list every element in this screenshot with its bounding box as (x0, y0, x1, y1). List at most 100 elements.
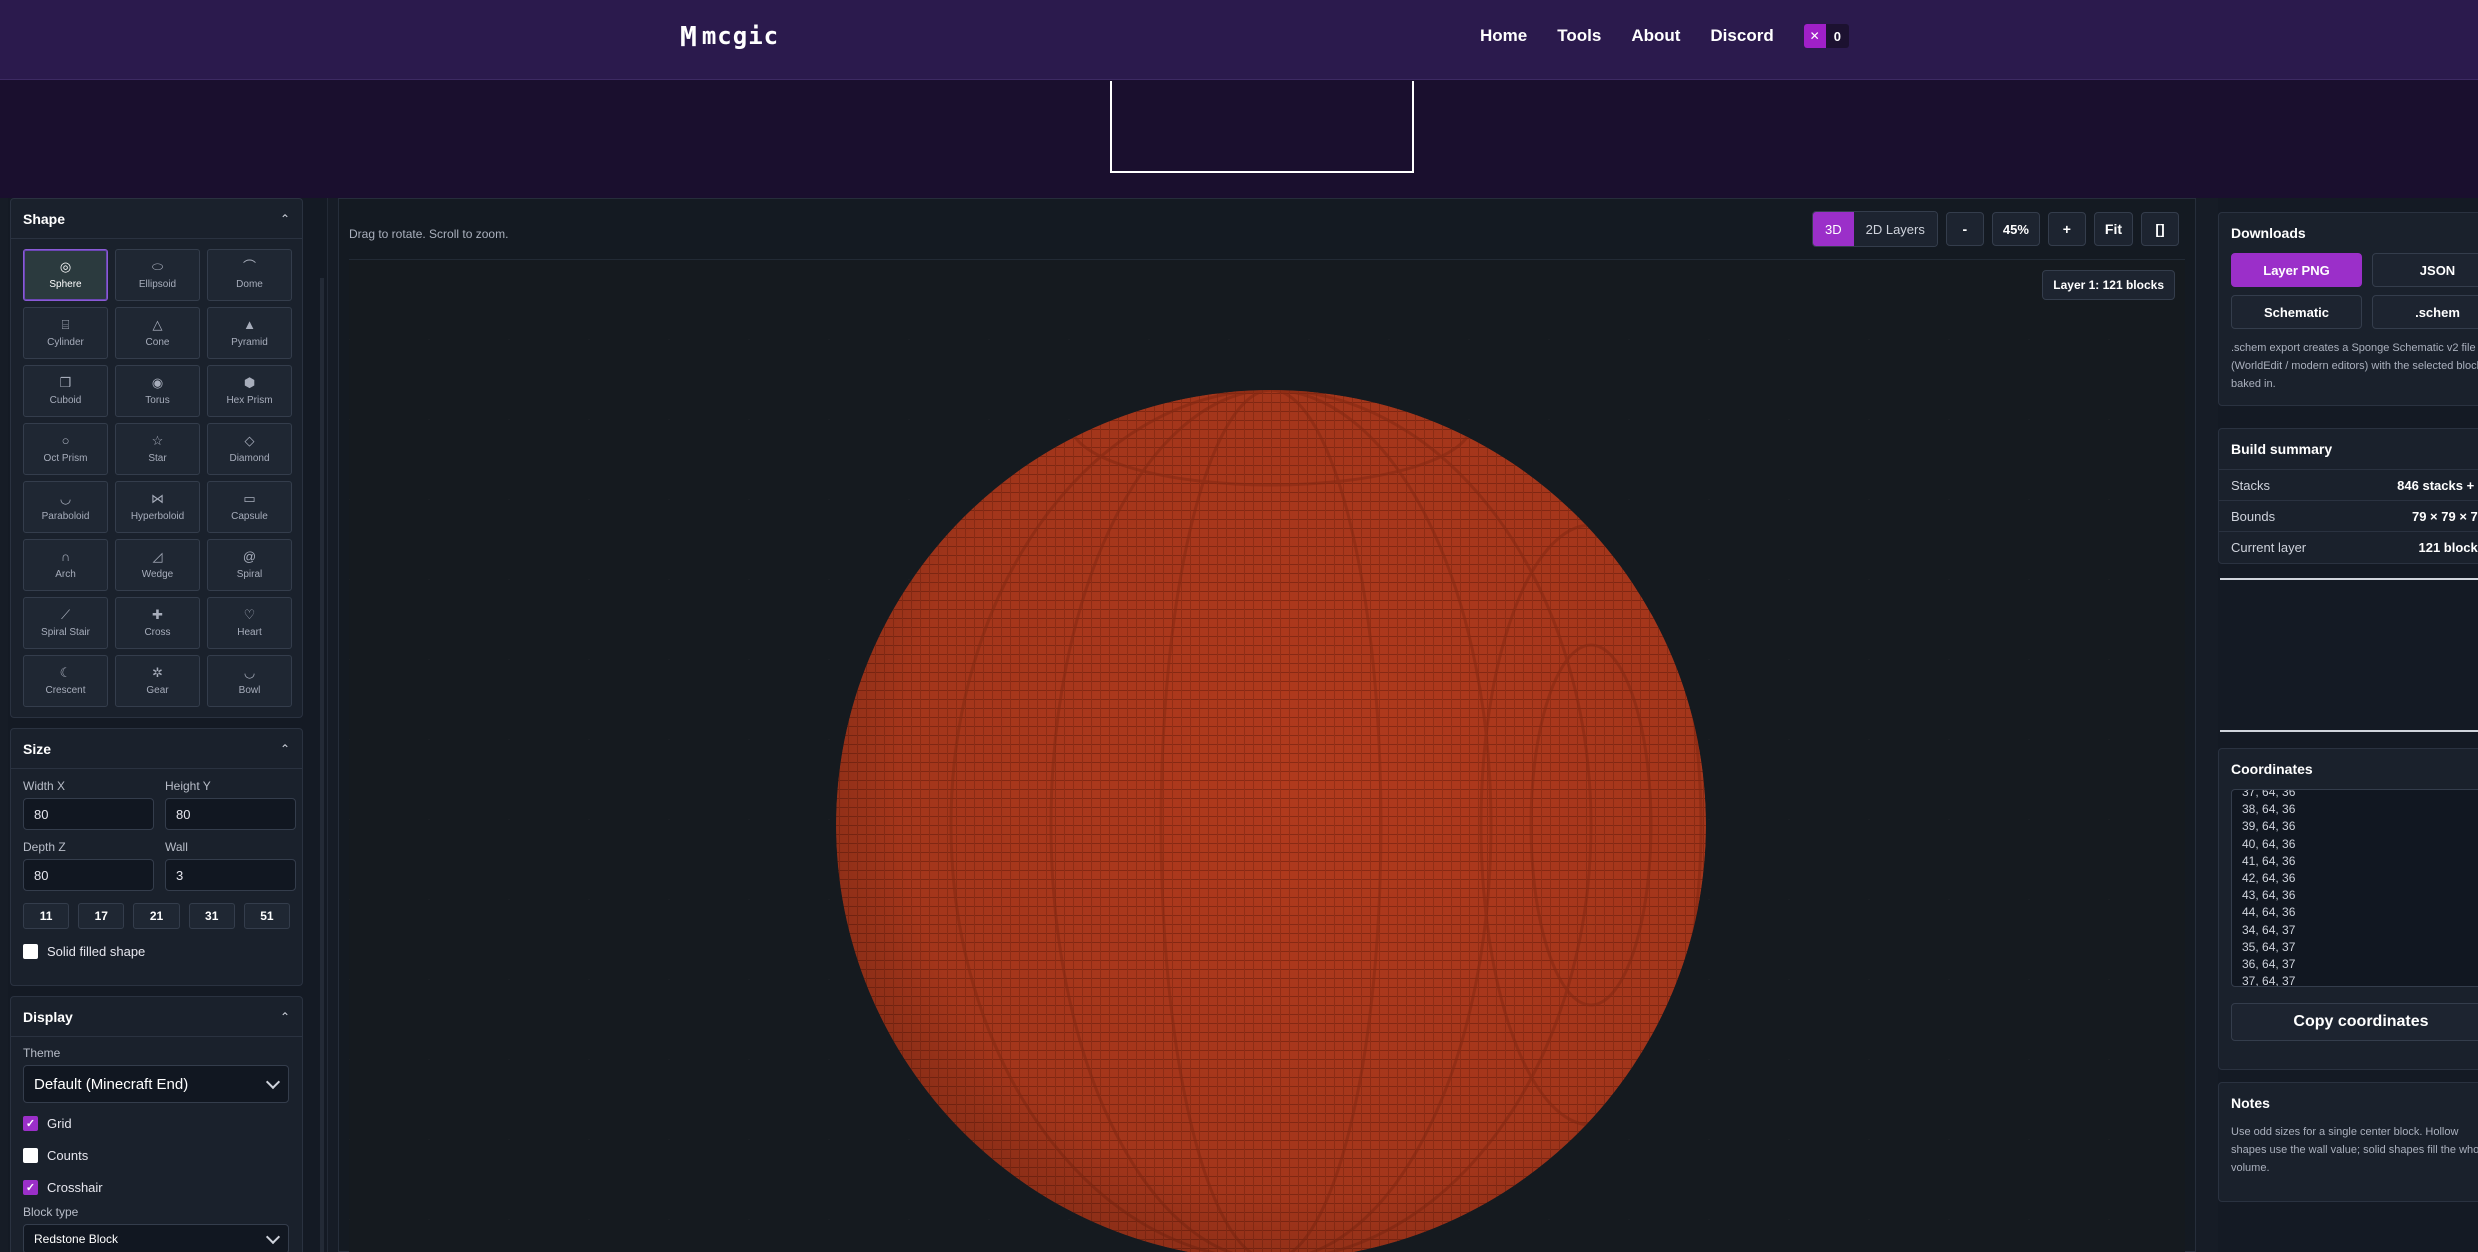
layer-png-button[interactable]: Layer PNG (2231, 253, 2362, 287)
crescent-icon: ☾ (59, 665, 72, 680)
size-presets: 11 17 21 31 51 (11, 891, 302, 929)
shape-label: Heart (237, 627, 262, 638)
json-button[interactable]: JSON (2372, 253, 2478, 287)
solid-fill-row[interactable]: Solid filled shape (11, 935, 302, 967)
shape-option-cuboid[interactable]: ❒ Cuboid (23, 365, 108, 417)
shape-label: Cylinder (47, 337, 84, 348)
viewer-panel: Drag to rotate. Scroll to zoom. 3D 2D La… (338, 198, 2196, 1252)
preset-button[interactable]: 51 (243, 903, 291, 929)
shape-option-pyramid[interactable]: ▲ Pyramid (207, 307, 292, 359)
solid-fill-checkbox[interactable] (23, 943, 38, 959)
shape-option-sphere[interactable]: ◎ Sphere (23, 249, 108, 301)
shape-option-torus[interactable]: ◉ Torus (115, 365, 200, 417)
divider (2220, 578, 2478, 580)
shape-label: Gear (146, 685, 169, 696)
right-sidebar[interactable]: Downloads Layer PNG JSON Schematic .sche… (2218, 198, 2478, 1252)
nav-link-tools[interactable]: Tools (1557, 26, 1601, 46)
zoom-in-button[interactable]: + (2047, 212, 2086, 246)
mode-2d-layers-button[interactable]: 2D Layers (1853, 212, 1937, 246)
shape-label: Oct Prism (43, 453, 88, 464)
nav-link-about[interactable]: About (1631, 26, 1680, 46)
shape-option-arch[interactable]: ∩ Arch (23, 539, 108, 591)
shape-option-spiral-stair[interactable]: ⟋ Spiral Stair (23, 597, 108, 649)
grid-row[interactable]: ✓ Grid (11, 1107, 302, 1139)
shape-option-gear[interactable]: ✲ Gear (115, 655, 200, 707)
copy-coordinates-button[interactable]: Copy coordinates (2231, 1003, 2478, 1041)
shape-option-diamond[interactable]: ◇ Diamond (207, 423, 292, 475)
summary-key: Bounds (2231, 508, 2276, 524)
shape-panel-header[interactable]: Shape ⌃ (11, 199, 302, 239)
shape-option-crescent[interactable]: ☾ Crescent (23, 655, 108, 707)
depth-z-input[interactable]: 80 (23, 859, 154, 891)
counter-badge[interactable]: ✕ 0 (1803, 24, 1849, 48)
fullscreen-button[interactable]: [] (2141, 212, 2179, 246)
shape-label: Crescent (45, 685, 86, 696)
voxel-sphere[interactable] (831, 385, 1711, 1252)
theme-select[interactable]: Default (Minecraft End) (23, 1065, 289, 1103)
schem-note: .schem export creates a Sponge Schematic… (2219, 329, 2478, 393)
shape-option-cone[interactable]: △ Cone (115, 307, 200, 359)
shape-option-capsule[interactable]: ▭ Capsule (207, 481, 292, 533)
size-panel-header[interactable]: Size ⌃ (11, 729, 302, 769)
crosshair-row[interactable]: ✓ Crosshair (11, 1171, 302, 1203)
counts-row[interactable]: Counts (11, 1139, 302, 1171)
shape-option-cylinder[interactable]: ⌸ Cylinder (23, 307, 108, 359)
preset-button[interactable]: 17 (78, 903, 125, 929)
3d-canvas[interactable]: Layer 1: 121 blocks (349, 259, 2185, 1252)
fit-button[interactable]: Fit (2093, 212, 2133, 246)
shape-option-hex-prism[interactable]: ⬢ Hex Prism (207, 365, 292, 417)
pyramid-icon: ▲ (243, 317, 256, 332)
nav-link-home[interactable]: Home (1480, 26, 1527, 46)
size-panel: Size ⌃ Width X 80 Height Y 80 Depth Z 80 (10, 728, 303, 986)
depth-label: Depth Z (23, 840, 66, 854)
shape-option-paraboloid[interactable]: ◡ Paraboloid (23, 481, 108, 533)
preset-button[interactable]: 11 (23, 903, 70, 929)
nav-link-discord[interactable]: Discord (1710, 26, 1773, 46)
summary-row-bounds: Bounds 79 × 79 × 79 (2219, 500, 2478, 531)
arch-icon: ∩ (60, 549, 71, 564)
shape-option-heart[interactable]: ♡ Heart (207, 597, 292, 649)
wall-input[interactable]: 3 (165, 859, 296, 891)
heart-icon: ♡ (243, 607, 256, 622)
mode-3d-button[interactable]: 3D (1812, 212, 1854, 246)
shape-option-cross[interactable]: ✚ Cross (115, 597, 200, 649)
shape-option-bowl[interactable]: ◡ Bowl (207, 655, 292, 707)
hyperboloid-icon: ⋈ (151, 491, 164, 506)
note-line: (WorldEdit / modern editors) with the se… (2231, 360, 2478, 372)
chevron-up-icon[interactable]: ⌃ (280, 1010, 290, 1024)
chevron-up-icon[interactable]: ⌃ (280, 742, 290, 756)
chevron-up-icon[interactable]: ⌃ (280, 212, 290, 226)
shape-label: Spiral Stair (41, 627, 90, 638)
sidebar-scrollbar[interactable] (320, 278, 324, 1252)
shape-option-ellipsoid[interactable]: ⬭ Ellipsoid (115, 249, 200, 301)
shape-option-wedge[interactable]: ◿ Wedge (115, 539, 200, 591)
grid-checkbox[interactable]: ✓ (23, 1115, 38, 1131)
shape-option-dome[interactable]: ⌒ Dome (207, 249, 292, 301)
left-sidebar[interactable]: Shape ⌃ ◎ Sphere ⬭ Ellipsoid ⌒ Dome ⌸ Cylinder △… (8, 198, 328, 1252)
divider (2220, 730, 2478, 732)
shape-option-spiral[interactable]: @ Spiral (207, 539, 292, 591)
schematic-button[interactable]: Schematic (2231, 295, 2362, 329)
block-type-select[interactable]: Redstone Block (23, 1224, 289, 1252)
shape-option-oct-prism[interactable]: ○ Oct Prism (23, 423, 108, 475)
theme-label: Theme (23, 1046, 61, 1060)
schem-button[interactable]: .schem (2372, 295, 2478, 329)
display-panel-header[interactable]: Display ⌃ (11, 997, 302, 1037)
note-line: Use odd sizes for a single center block.… (2231, 1126, 2459, 1138)
coordinates-list[interactable]: 37, 64, 36 38, 64, 36 39, 64, 36 40, 64, 36… (2231, 789, 2478, 987)
height-y-input[interactable]: 80 (165, 798, 296, 830)
logo-mark: M (680, 19, 697, 53)
width-x-input[interactable]: 80 (23, 798, 154, 830)
counts-checkbox[interactable] (23, 1147, 38, 1163)
site-logo[interactable]: M mcgic (680, 19, 779, 53)
shape-label: Cuboid (49, 395, 82, 406)
zoom-out-button[interactable]: - (1945, 212, 1984, 246)
zoom-level: 45% (1991, 212, 2040, 246)
preset-button[interactable]: 31 (188, 903, 235, 929)
coordinate-line: 34, 64, 37 (2242, 922, 2296, 937)
note-line: volume. (2231, 1162, 2270, 1174)
shape-option-star[interactable]: ☆ Star (115, 423, 200, 475)
shape-option-hyperboloid[interactable]: ⋈ Hyperboloid (115, 481, 200, 533)
preset-button[interactable]: 21 (133, 903, 180, 929)
crosshair-checkbox[interactable]: ✓ (23, 1179, 38, 1195)
